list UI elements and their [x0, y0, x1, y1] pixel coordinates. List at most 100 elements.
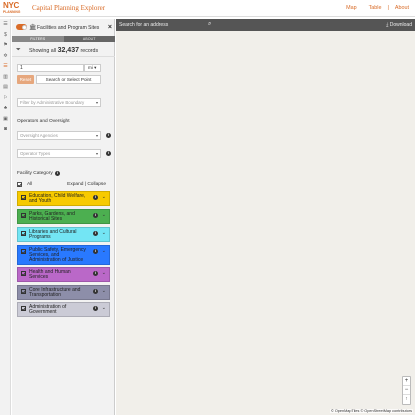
info-icon[interactable]: i — [93, 271, 98, 276]
panel-header: 🏛 Facilities and Program Sites × — [12, 19, 115, 36]
admin-boundary-placeholder: Filter by Administrative Boundary — [20, 100, 85, 105]
records-prefix: Showing all — [29, 48, 57, 54]
nav-about-link[interactable]: About — [395, 5, 409, 11]
panel-title: Facilities and Program Sites — [37, 25, 100, 31]
category-checkbox[interactable] — [21, 306, 26, 311]
chevron-down-icon[interactable]: ⌄ — [102, 212, 106, 218]
info-icon[interactable]: i — [93, 289, 98, 294]
app-header: NYC PLANNING Capital Planning Explorer M… — [0, 0, 415, 17]
category-checkbox[interactable] — [21, 213, 26, 218]
map-attribution[interactable]: © OpenMapTiles © OpenStreetMap contribut… — [329, 409, 413, 413]
category-infrastructure[interactable]: Core Infrastructure and Transportation i… — [17, 285, 110, 300]
zoom-out-button[interactable]: − — [403, 386, 410, 395]
select-point-button[interactable]: Search or Select Point — [36, 75, 101, 84]
toggle-knob — [21, 24, 27, 30]
logo-nyc-text: NYC — [3, 1, 19, 10]
category-label: Administration of Government — [29, 304, 67, 316]
category-label: Parks, Gardens, and Historical Sites — [29, 211, 75, 223]
operator-types-select[interactable]: Operator Types ▾ — [17, 149, 101, 158]
oversight-placeholder: Oversight Agencies — [20, 133, 58, 138]
info-icon[interactable]: i — [93, 249, 98, 254]
admin-boundary-select[interactable]: Filter by Administrative Boundary ▾ — [17, 98, 101, 107]
info-icon[interactable]: i — [93, 195, 98, 200]
address-search-input[interactable]: Search for an address — [119, 22, 168, 28]
all-checkbox[interactable] — [17, 182, 22, 187]
menu-icon[interactable]: ☰ — [0, 19, 11, 30]
chevron-down-icon[interactable]: ⌄ — [102, 194, 106, 200]
chevron-down-icon[interactable]: ⌄ — [102, 248, 106, 254]
address-search-bar: Search for an address ⌕ ⤓ Download — [116, 19, 415, 31]
bike-icon[interactable]: ✲ — [0, 51, 11, 62]
info-icon[interactable]: i — [93, 231, 98, 236]
chevron-down-icon[interactable]: ⌄ — [102, 305, 106, 311]
category-checkbox[interactable] — [21, 289, 26, 294]
operator-types-placeholder: Operator Types — [20, 151, 51, 156]
category-education[interactable]: Education, Child Welfare, and Youth i ⌄ — [17, 191, 110, 206]
category-label: Education, Child Welfare, and Youth — [29, 193, 86, 205]
download-button[interactable]: ⤓ Download — [386, 22, 412, 28]
nyc-planning-logo[interactable]: NYC PLANNING — [3, 2, 29, 15]
records-suffix: records — [80, 48, 99, 54]
close-icon[interactable]: × — [108, 24, 112, 31]
info-icon[interactable]: i — [55, 170, 61, 176]
category-public-safety[interactable]: Public Safety, Emergency Services, and A… — [17, 245, 110, 265]
nav-map-link[interactable]: Map — [346, 5, 357, 11]
flag-icon[interactable]: ⚐ — [0, 93, 11, 104]
tab-about[interactable]: ABOUT — [64, 36, 116, 42]
map-canvas[interactable]: Search for an address ⌕ ⤓ Download + − ↑… — [116, 19, 415, 415]
divider — [12, 56, 115, 57]
category-label: Public Safety, Emergency Services, and A… — [29, 247, 86, 264]
records-summary: ⏷ Showing all 32,437 records — [12, 43, 115, 57]
category-label: Health and Human Services — [29, 269, 71, 281]
info-icon[interactable]: i — [106, 133, 111, 138]
tab-filters[interactable]: FILTERS — [12, 36, 64, 42]
oversight-agencies-select[interactable]: Oversight Agencies ▾ — [17, 131, 101, 140]
transit-icon[interactable]: ▤ — [0, 82, 11, 93]
chevron-down-icon[interactable]: ⌄ — [102, 270, 106, 276]
category-libraries[interactable]: Libraries and Cultural Programs i ⌄ — [17, 227, 110, 242]
reset-button[interactable]: Reset — [17, 75, 34, 84]
category-administration[interactable]: Administration of Government i ⌄ — [17, 302, 110, 317]
bus-icon[interactable]: ▣ — [0, 114, 11, 125]
nav-table-link[interactable]: Table — [369, 5, 382, 11]
panel-tabs: FILTERS ABOUT — [12, 36, 115, 42]
category-checkbox[interactable] — [21, 249, 26, 254]
dollar-icon[interactable]: $ — [0, 30, 11, 41]
info-icon[interactable]: i — [93, 213, 98, 218]
category-label: Core Infrastructure and Transportation — [29, 287, 81, 299]
chevron-down-icon: ▾ — [95, 151, 98, 156]
buildings-icon[interactable]: ▥ — [0, 72, 11, 83]
operators-heading: Operators and Oversight — [17, 119, 70, 124]
facility-category-label: Facility Category — [17, 171, 53, 176]
facility-category-heading: Facility Category i — [17, 170, 61, 176]
chevron-down-icon: ▾ — [95, 100, 98, 105]
app-title[interactable]: Capital Planning Explorer — [32, 4, 105, 12]
radius-input[interactable]: 1 — [17, 64, 84, 72]
radius-filter: 1 mi ▾ — [17, 64, 107, 72]
tree-icon[interactable]: ♣ — [0, 103, 11, 114]
filter-icon: ⏷ — [16, 47, 21, 53]
category-checkbox[interactable] — [21, 271, 26, 276]
expand-collapse-link[interactable]: Expand | Collapse — [67, 181, 106, 188]
category-checkbox[interactable] — [21, 195, 26, 200]
category-parks[interactable]: Parks, Gardens, and Historical Sites i ⌄ — [17, 209, 110, 224]
top-nav: Map Table | About — [334, 5, 409, 11]
chevron-down-icon[interactable]: ⌄ — [102, 230, 106, 236]
info-icon[interactable]: i — [106, 151, 111, 156]
category-health[interactable]: Health and Human Services i ⌄ — [17, 267, 110, 282]
compass-button[interactable]: ↑ — [403, 395, 410, 404]
pipeline-icon[interactable]: ⚑ — [0, 40, 11, 51]
layer-toggle[interactable] — [16, 24, 27, 30]
logo-planning-text: PLANNING — [3, 10, 21, 14]
zoom-in-button[interactable]: + — [403, 377, 410, 386]
radius-unit-select[interactable]: mi ▾ — [84, 64, 101, 72]
building-icon: 🏛 — [29, 25, 37, 31]
search-icon[interactable]: ⌕ — [208, 21, 211, 28]
zoom-controls: + − ↑ — [402, 376, 411, 405]
camera-icon[interactable]: ◙ — [0, 124, 11, 135]
info-icon[interactable]: i — [93, 306, 98, 311]
records-count: 32,437 — [57, 47, 79, 54]
facilities-icon[interactable]: ☰ — [0, 61, 11, 72]
category-checkbox[interactable] — [21, 231, 26, 236]
chevron-down-icon[interactable]: ⌄ — [102, 288, 106, 294]
